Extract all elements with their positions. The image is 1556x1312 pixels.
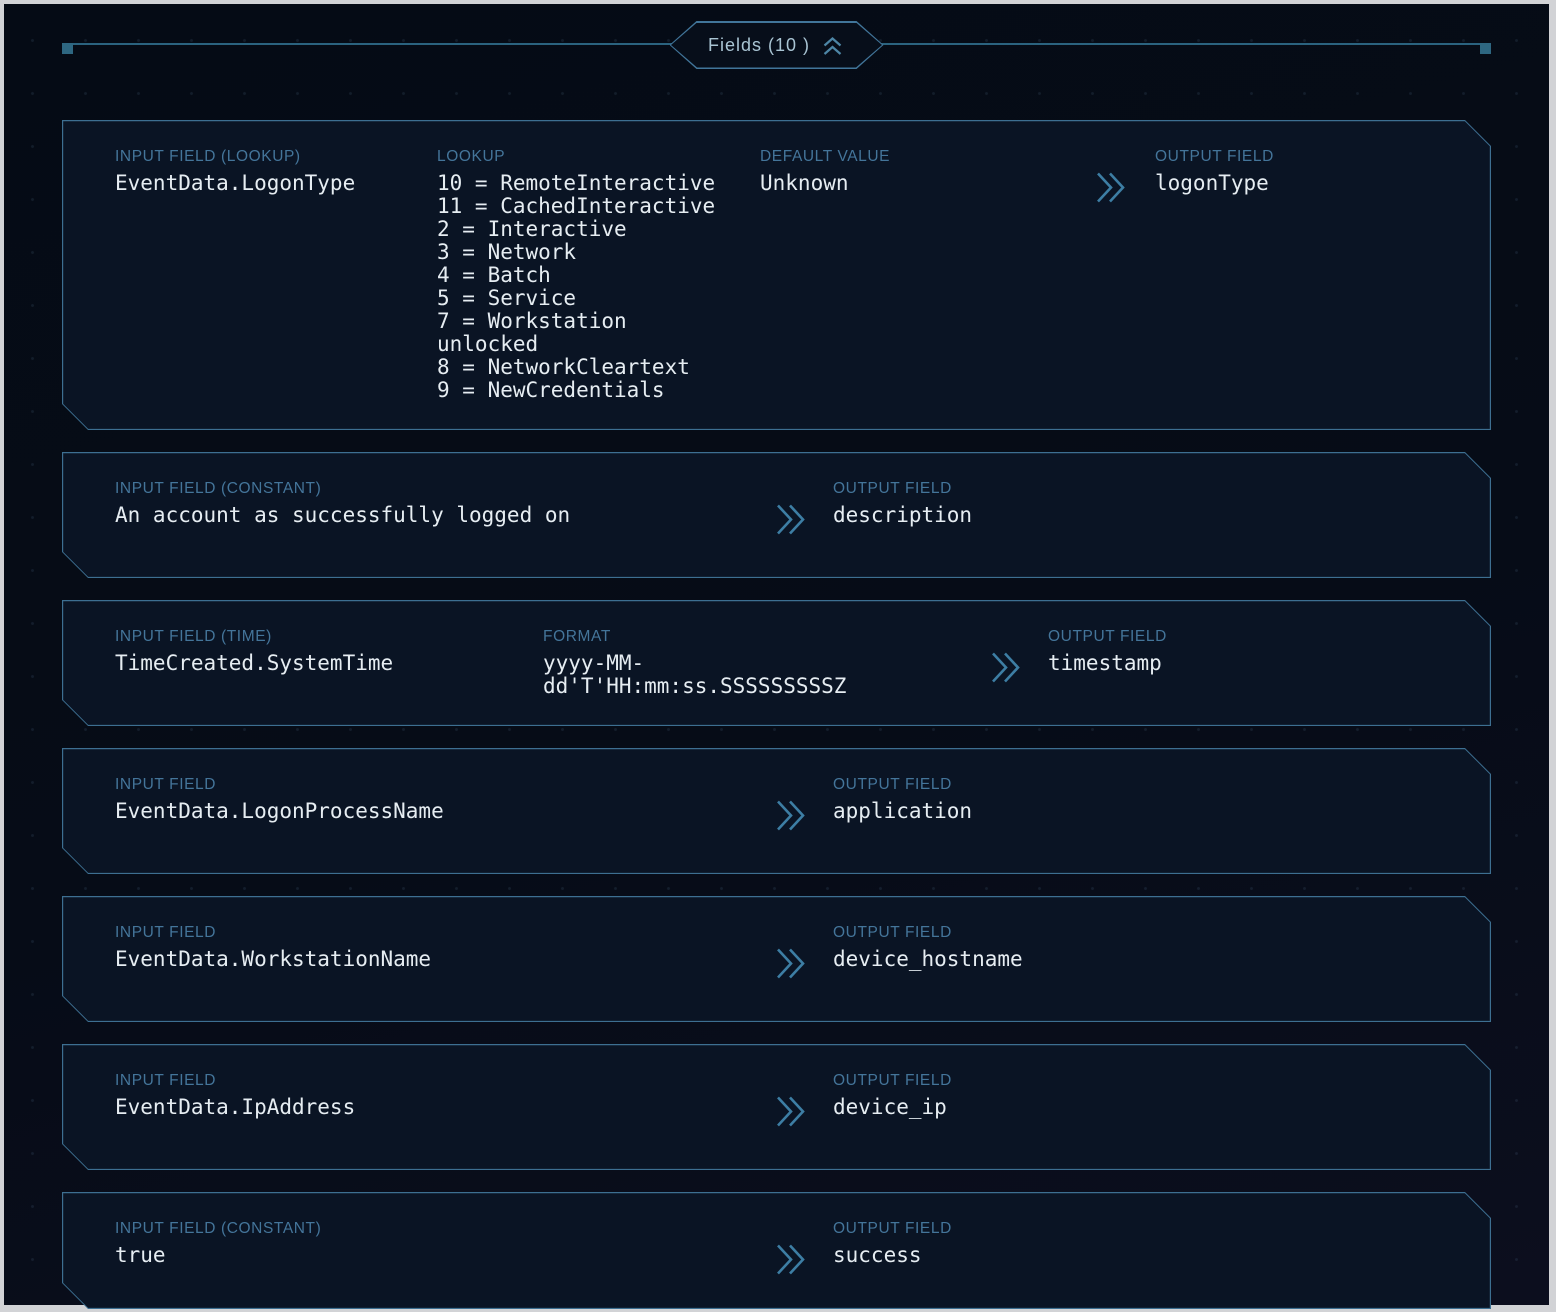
lookup-entries: 10 = RemoteInteractive11 = CachedInterac… [437,172,727,402]
input-field-label: INPUT FIELD [115,776,775,794]
output-field-value: application [833,800,1451,823]
input-field: INPUT FIELD EventData.WorkstationName [115,924,775,971]
chevron-double-right-icon [775,819,806,836]
input-field-value: TimeCreated.SystemTime [115,652,543,675]
output-field-value: timestamp [1048,652,1451,675]
input-field: INPUT FIELD (CONSTANT) An account as succ… [115,480,775,527]
lookup-entry: 8 = NetworkCleartext [437,356,727,379]
input-field-label: INPUT FIELD (CONSTANT) [115,480,775,498]
field-card-content: INPUT FIELD (CONSTANT) An account as succ… [62,452,1491,569]
format-field-value: yyyy-MM-dd'T'HH:mm:ss.SSSSSSSSSZ [543,652,873,698]
default-value: DEFAULT VALUE Unknown [760,148,1095,195]
chevron-double-right-icon [775,1115,806,1132]
output-field-label: OUTPUT FIELD [833,1072,1451,1090]
output-field-label: OUTPUT FIELD [833,924,1451,942]
input-field-label: INPUT FIELD (LOOKUP) [115,148,437,166]
field-card-content: INPUT FIELD EventData.LogonProcessName OUT… [62,748,1491,865]
chevron-double-right-icon [1095,191,1126,208]
format-field: FORMAT yyyy-MM-dd'T'HH:mm:ss.SSSSSSSSSZ [543,628,990,698]
line-endcap-left [62,43,73,54]
mapping-arrow-col [775,776,833,837]
input-field: INPUT FIELD (CONSTANT) true [115,1220,775,1267]
lookup-entry: 2 = Interactive [437,218,727,241]
output-field: OUTPUT FIELD success [833,1220,1451,1267]
output-field-value: success [833,1244,1451,1267]
field-card-content: INPUT FIELD EventData.IpAddress OUTPUT FIE… [62,1044,1491,1161]
mapping-arrow-col [775,1220,833,1281]
chevron-double-up-icon[interactable] [820,35,845,58]
input-field: INPUT FIELD EventData.IpAddress [115,1072,775,1119]
field-card-content: INPUT FIELD (CONSTANT) true OUTPUT FIELD su… [62,1192,1491,1309]
lookup-entry: 4 = Batch [437,264,727,287]
field-card[interactable]: INPUT FIELD (CONSTANT) An account as succ… [62,452,1491,578]
output-field: OUTPUT FIELD device_hostname [833,924,1451,971]
mapping-arrow-col [775,924,833,985]
input-field: INPUT FIELD EventData.LogonProcessName [115,776,775,823]
input-field-value: EventData.WorkstationName [115,948,775,971]
output-field-value: device_ip [833,1096,1451,1119]
input-field-value: EventData.LogonType [115,172,437,195]
output-field: OUTPUT FIELD logonType [1155,148,1451,195]
input-field-label: INPUT FIELD (CONSTANT) [115,1220,775,1238]
output-field-label: OUTPUT FIELD [833,1220,1451,1238]
lookup-col: LOOKUP 10 = RemoteInteractive11 = CachedI… [437,148,760,402]
field-card[interactable]: INPUT FIELD (LOOKUP) EventData.LogonTypeL… [62,120,1491,430]
chevron-double-right-icon [990,671,1021,688]
lookup-entry: 7 = Workstation unlocked [437,310,727,356]
field-card[interactable]: INPUT FIELD EventData.WorkstationName OUTP… [62,896,1491,1022]
output-field-label: OUTPUT FIELD [833,776,1451,794]
output-field-value: device_hostname [833,948,1451,971]
input-field: INPUT FIELD (TIME) TimeCreated.SystemTime [115,628,543,675]
input-field-value: EventData.LogonProcessName [115,800,775,823]
fields-list: INPUT FIELD (LOOKUP) EventData.LogonTypeL… [62,120,1491,1309]
chevron-double-right-icon [775,1263,806,1280]
output-field: OUTPUT FIELD description [833,480,1451,527]
input-field-value: An account as successfully logged on [115,504,775,527]
lookup-entry: 9 = NewCredentials [437,379,727,402]
field-card[interactable]: INPUT FIELD EventData.LogonProcessName OUT… [62,748,1491,874]
output-field-value: logonType [1155,172,1451,195]
output-field-value: description [833,504,1451,527]
fields-section-header: Fields (10 ) [62,21,1491,69]
input-field-value: true [115,1244,775,1267]
default-value-label: DEFAULT VALUE [760,148,1095,166]
mapping-arrow-col [1095,148,1155,209]
input-field-label: INPUT FIELD (TIME) [115,628,543,646]
output-field-label: OUTPUT FIELD [833,480,1451,498]
field-card-content: INPUT FIELD (TIME) TimeCreated.SystemTime… [62,600,1491,726]
lookup-entry: 10 = RemoteInteractive [437,172,727,195]
input-field: INPUT FIELD (LOOKUP) EventData.LogonType [115,148,437,195]
lookup-label: LOOKUP [437,148,760,166]
chevron-double-right-icon [775,523,806,540]
mapping-arrow-col [775,480,833,541]
field-card[interactable]: INPUT FIELD EventData.IpAddress OUTPUT FIE… [62,1044,1491,1170]
output-field: OUTPUT FIELD application [833,776,1451,823]
output-field: OUTPUT FIELD device_ip [833,1072,1451,1119]
output-field: OUTPUT FIELD timestamp [1048,628,1451,675]
chevron-double-right-icon [775,967,806,984]
input-field-label: INPUT FIELD [115,924,775,942]
field-card[interactable]: INPUT FIELD (TIME) TimeCreated.SystemTime… [62,600,1491,726]
output-field-label: OUTPUT FIELD [1048,628,1451,646]
default-value-value: Unknown [760,172,1095,195]
format-field-label: FORMAT [543,628,990,646]
lookup-entry: 3 = Network [437,241,727,264]
field-card-content: INPUT FIELD EventData.WorkstationName OUTP… [62,896,1491,1013]
fields-header-badge[interactable]: Fields (10 ) [670,21,884,69]
lookup-entry: 11 = CachedInteractive [437,195,727,218]
output-field-label: OUTPUT FIELD [1155,148,1451,166]
input-field-label: INPUT FIELD [115,1072,775,1090]
input-field-value: EventData.IpAddress [115,1096,775,1119]
field-card[interactable]: INPUT FIELD (CONSTANT) true OUTPUT FIELD su… [62,1192,1491,1309]
fields-title: Fields (10 ) [708,35,810,56]
mapping-arrow-col [990,628,1048,689]
line-endcap-right [1480,43,1491,54]
field-card-content: INPUT FIELD (LOOKUP) EventData.LogonTypeL… [62,120,1491,430]
mapping-arrow-col [775,1072,833,1133]
lookup-entry: 5 = Service [437,287,727,310]
